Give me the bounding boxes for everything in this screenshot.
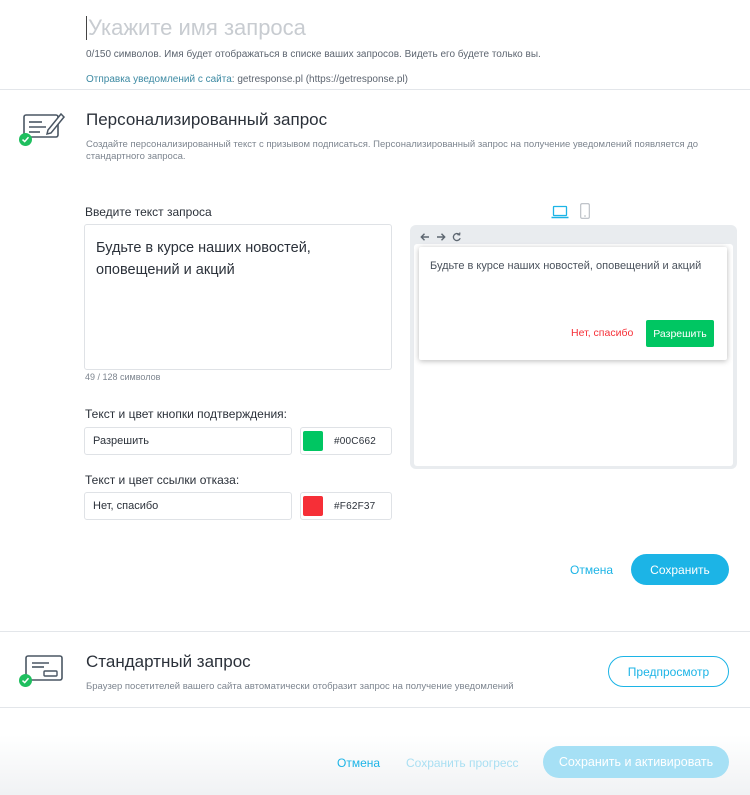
deny-link-label: Текст и цвет ссылки отказа: [85, 473, 240, 487]
save-progress-button[interactable]: Сохранить прогресс [406, 756, 519, 770]
name-hint: 0/150 символов. Имя будет отображаться в… [86, 49, 541, 60]
footer-cancel-button[interactable]: Отмена [337, 756, 380, 770]
deny-color-picker[interactable]: #F62F37 [300, 492, 392, 520]
popup-text: Будьте в курсе наших новостей, оповещени… [430, 260, 702, 272]
request-name-input[interactable] [88, 12, 588, 44]
browser-nav [419, 230, 463, 242]
arrow-left-icon [419, 230, 431, 242]
request-text-label: Введите текст запроса [85, 205, 212, 219]
check-icon [19, 674, 32, 687]
divider [0, 631, 750, 632]
request-text-area[interactable]: Будьте в курсе наших новостей, оповещени… [84, 224, 392, 370]
divider [0, 707, 750, 708]
confirm-text-input[interactable]: Разрешить [84, 427, 292, 455]
popup-allow-button: Разрешить [646, 320, 714, 347]
popup-deny-link: Нет, спасибо [571, 327, 634, 339]
confirm-color-value: #00C662 [334, 435, 376, 447]
check-icon [19, 133, 32, 146]
confirm-color-picker[interactable]: #00C662 [300, 427, 392, 455]
section-description-personalized: Создайте персонализированный текст с при… [86, 139, 699, 162]
deny-text-input[interactable]: Нет, спасибо [84, 492, 292, 520]
divider [0, 89, 750, 90]
character-counter: 49 / 128 символов [85, 372, 161, 382]
save-and-activate-button[interactable]: Сохранить и активировать [543, 746, 729, 778]
deny-color-swatch[interactable] [303, 496, 323, 516]
reload-icon [451, 230, 463, 242]
section-title-standard: Стандартный запрос [86, 652, 251, 671]
deny-color-value: #F62F37 [334, 500, 376, 512]
preview-button[interactable]: Предпросмотр [608, 656, 729, 687]
cancel-button[interactable]: Отмена [570, 563, 613, 577]
text-caret [86, 16, 87, 40]
notify-site-label: Отправка уведомлений с сайта [86, 74, 232, 85]
request-name-block: 0/150 символов. Имя будет отображаться в… [86, 12, 726, 85]
section-title-personalized: Персонализированный запрос [86, 110, 328, 129]
arrow-right-icon [435, 230, 447, 242]
confirm-button-label: Текст и цвет кнопки подтверждения: [85, 407, 287, 421]
laptop-icon[interactable] [551, 205, 569, 219]
save-button[interactable]: Сохранить [631, 554, 729, 585]
confirm-color-swatch[interactable] [303, 431, 323, 451]
notify-site-value: : getresponse.pl (https://getresponse.pl… [231, 74, 408, 85]
phone-icon[interactable] [580, 203, 590, 219]
notification-popup-preview: Будьте в курсе наших новостей, оповещени… [419, 247, 727, 360]
notify-site-line: Отправка уведомлений с сайта: getrespons… [86, 74, 726, 85]
